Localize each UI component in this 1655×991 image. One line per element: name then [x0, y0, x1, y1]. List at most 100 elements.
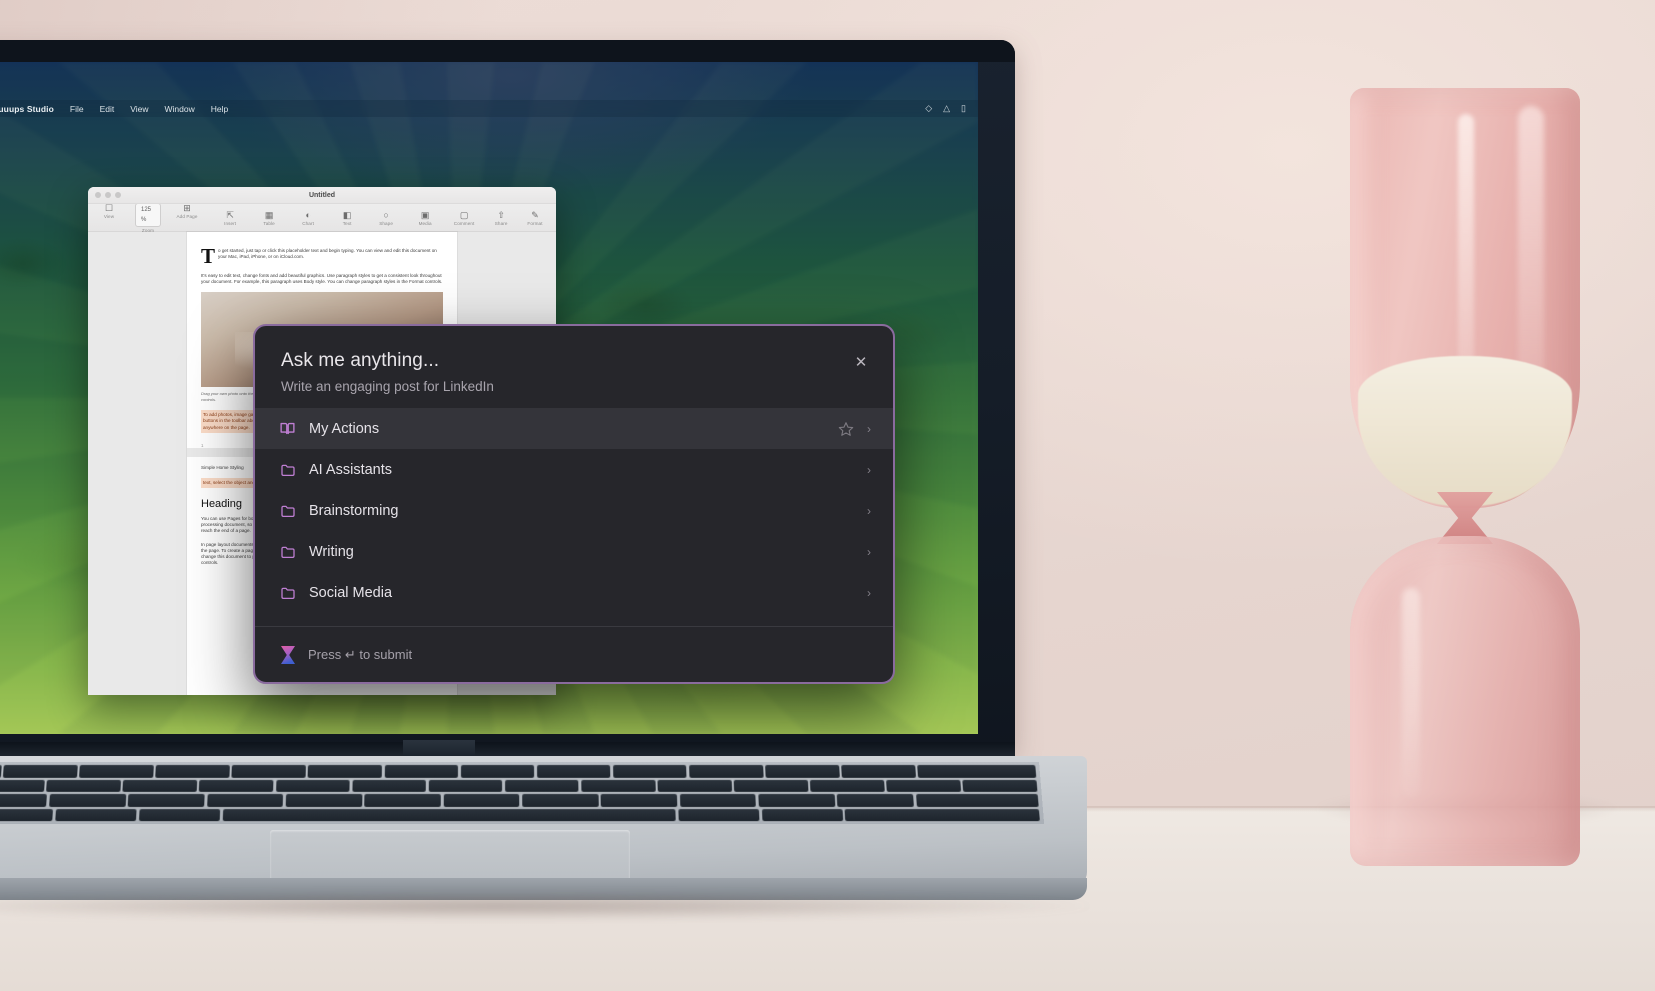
modal-category-list[interactable]: My Actions › AI Assistants › Brainstormi…	[255, 408, 893, 626]
chevron-right-icon[interactable]: ›	[867, 504, 871, 518]
zoom-value-box[interactable]: 125 %	[135, 203, 161, 227]
key	[352, 779, 426, 792]
toolbar-shape-button[interactable]: ○ Shape	[373, 210, 399, 226]
modal-footer: Press ↵ to submit	[255, 626, 893, 682]
modal-footer-text: Press ↵ to submit	[308, 647, 412, 663]
menu-status-area[interactable]: ◇ △ ▯	[925, 103, 966, 114]
chevron-right-icon[interactable]: ›	[867, 463, 871, 477]
paintbrush-icon: ✎	[531, 210, 539, 220]
key	[123, 779, 197, 792]
key	[689, 765, 763, 777]
keyboard-row[interactable]	[0, 765, 1036, 777]
list-item-label: AI Assistants	[309, 462, 854, 478]
folder-icon	[279, 543, 296, 560]
toolbar-media-button[interactable]: ▣ Media	[412, 210, 438, 226]
menu-item-window[interactable]: Window	[165, 104, 195, 114]
key	[384, 765, 458, 777]
modal-header: Ask me anything... Write an engaging pos…	[255, 326, 893, 408]
toolbar-zoom-value: 125 %	[141, 205, 155, 225]
hourglass-logo-icon	[279, 645, 297, 665]
pages-titlebar[interactable]: Untitled	[88, 187, 556, 204]
chevron-right-icon[interactable]: ›	[867, 545, 871, 559]
hourglass-object	[1340, 88, 1590, 828]
laptop-screen:  Mockuuups Studio File Edit View Window…	[0, 62, 978, 734]
folder-icon	[279, 461, 296, 478]
toolbar-shape-label: Shape	[379, 221, 393, 226]
toolbar-format-button[interactable]: ✎ Format	[522, 210, 548, 226]
toolbar-view-button[interactable]: ☐ View	[96, 203, 122, 233]
key	[886, 779, 961, 792]
key	[0, 809, 53, 822]
key	[286, 794, 363, 807]
keyboard-row[interactable]	[0, 779, 1037, 792]
key	[207, 794, 284, 807]
keyboard-row[interactable]	[0, 794, 1039, 807]
key	[199, 779, 273, 792]
toolbar-table-label: Table	[263, 221, 274, 226]
share-icon: ⇧	[497, 210, 505, 220]
keyboard-row[interactable]	[0, 809, 1040, 822]
toolbar-comment-label: Comment	[454, 221, 475, 226]
toolbar-add-page-button[interactable]: ⊞ Add Page	[174, 203, 200, 233]
key	[156, 765, 230, 777]
key	[232, 765, 306, 777]
menu-item-edit[interactable]: Edit	[100, 104, 115, 114]
list-item-label: Social Media	[309, 585, 854, 601]
toolbar-chart-button[interactable]: ◐ Chart	[295, 210, 321, 226]
toolbar-chart-label: Chart	[302, 221, 314, 226]
table-icon: ▦	[265, 210, 274, 220]
menu-item-file[interactable]: File	[70, 104, 84, 114]
toolbar-group-format[interactable]: ✎ Format	[522, 210, 548, 226]
macos-menu-bar[interactable]:  Mockuuups Studio File Edit View Window…	[0, 100, 978, 117]
menu-app-name[interactable]: Mockuuups Studio	[0, 104, 54, 114]
list-item-writing[interactable]: Writing ›	[255, 531, 893, 572]
key	[761, 809, 843, 822]
toolbar-table-button[interactable]: ▦ Table	[256, 210, 282, 226]
toolbar-insert-button[interactable]: ⇱ Insert	[217, 210, 243, 226]
document-intro-text: o get started, just tap or click this pl…	[218, 248, 443, 265]
toolbar-group-left[interactable]: ☐ View 125 % Zoom ⊞ Add Page	[96, 203, 200, 233]
list-item-brainstorming[interactable]: Brainstorming ›	[255, 490, 893, 531]
battery-icon[interactable]: ▯	[961, 103, 966, 114]
sidebar-icon: ☐	[105, 203, 113, 213]
key	[537, 765, 611, 777]
toolbar-group-right[interactable]: ⇧ Share	[488, 210, 514, 226]
key	[505, 779, 579, 792]
toolbar-zoom-control[interactable]: 125 % Zoom	[135, 203, 161, 233]
chevron-right-icon[interactable]: ›	[867, 586, 871, 600]
list-item-social-media[interactable]: Social Media ›	[255, 572, 893, 613]
key	[428, 779, 502, 792]
pages-toolbar[interactable]: ☐ View 125 % Zoom ⊞ Add Page ⇱ Insert ▦ …	[88, 204, 556, 232]
pages-window-title: Untitled	[88, 192, 556, 199]
document-paragraph-2: It's easy to edit text, change fonts and…	[201, 273, 443, 285]
insert-icon: ⇱	[226, 210, 234, 220]
wifi-icon[interactable]: △	[943, 103, 950, 114]
toolbar-group-center[interactable]: ⇱ Insert ▦ Table ◐ Chart ◧ Text ○ Shape …	[217, 210, 477, 226]
document-dropcap: T	[201, 248, 215, 265]
toolbar-text-button[interactable]: ◧ Text	[334, 210, 360, 226]
close-icon[interactable]: ✕	[851, 352, 871, 372]
star-icon[interactable]	[838, 421, 854, 437]
scene-photograph:  Mockuuups Studio File Edit View Window…	[0, 0, 1655, 991]
menu-item-view[interactable]: View	[130, 104, 148, 114]
list-item-ai-assistants[interactable]: AI Assistants ›	[255, 449, 893, 490]
ask-me-anything-modal[interactable]: Ask me anything... Write an engaging pos…	[253, 324, 895, 684]
folder-icon	[279, 502, 296, 519]
toolbar-add-page-label: Add Page	[177, 214, 198, 219]
control-center-icon[interactable]: ◇	[925, 103, 932, 114]
toolbar-comment-button[interactable]: ▢ Comment	[451, 210, 477, 226]
key	[810, 779, 885, 792]
key	[680, 794, 757, 807]
key	[79, 765, 153, 777]
shape-icon: ○	[383, 210, 388, 220]
menu-item-help[interactable]: Help	[211, 104, 228, 114]
toolbar-share-button[interactable]: ⇧ Share	[488, 210, 514, 226]
list-item-my-actions[interactable]: My Actions ›	[255, 408, 893, 449]
key	[0, 765, 1, 777]
chevron-right-icon[interactable]: ›	[867, 422, 871, 436]
key	[0, 779, 45, 792]
laptop-keyboard[interactable]	[0, 762, 1044, 824]
key	[139, 809, 221, 822]
add-page-icon: ⊞	[183, 203, 191, 213]
key	[364, 794, 440, 807]
